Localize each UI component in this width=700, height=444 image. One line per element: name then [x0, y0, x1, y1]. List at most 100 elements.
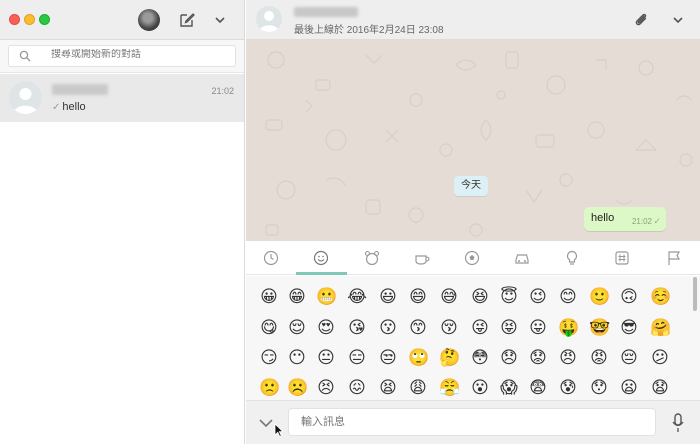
emoji-button[interactable]: ☹️ — [287, 378, 308, 398]
travel-icon[interactable] — [514, 250, 530, 266]
emoji-button[interactable]: 😦 — [619, 378, 639, 398]
new-chat-icon[interactable] — [178, 11, 196, 29]
emoji-button[interactable]: ☺️ — [650, 287, 671, 307]
emoji-button[interactable]: 😝 — [499, 318, 519, 338]
sent-tick-icon: ✓ — [52, 102, 61, 113]
emoji-button[interactable]: 😎 — [619, 318, 639, 338]
emoji-button[interactable]: 😰 — [558, 378, 578, 398]
microphone-icon[interactable] — [672, 413, 684, 433]
contact-avatar — [9, 81, 42, 114]
contact-name-redacted — [294, 7, 358, 17]
emoji-button[interactable]: 😉 — [528, 287, 548, 307]
symbols-icon[interactable] — [614, 250, 630, 266]
flags-icon[interactable] — [666, 250, 682, 266]
emoji-button[interactable]: 😙 — [408, 318, 428, 338]
active-tab-indicator — [296, 272, 347, 275]
emoji-button[interactable]: 😬 — [316, 287, 337, 307]
chat-time: 21:02 — [211, 86, 234, 96]
emoji-button[interactable]: 🤓 — [589, 318, 610, 338]
date-divider: 今天 — [454, 176, 488, 196]
chat-list-item[interactable]: 21:02 ✓ hello — [0, 74, 244, 122]
emoji-button[interactable]: 😡 — [589, 348, 609, 368]
emoji-button[interactable]: 😂 — [347, 287, 367, 307]
emoji-button[interactable]: 😶 — [287, 348, 307, 368]
emoji-button[interactable]: 😤 — [439, 378, 460, 398]
emoji-button[interactable]: 🤗 — [650, 318, 671, 338]
emoji-button[interactable]: 😚 — [439, 318, 459, 338]
zoom-window-button[interactable] — [39, 14, 50, 25]
recent-icon[interactable] — [263, 250, 279, 266]
emoji-button[interactable]: 😄 — [408, 287, 428, 307]
emoji-button[interactable]: 🙁 — [259, 378, 280, 398]
emoji-button[interactable]: 🙄 — [408, 348, 429, 368]
emoji-button[interactable]: 😔 — [619, 348, 639, 368]
emoji-button[interactable]: 😧 — [650, 378, 670, 398]
collapse-emoji-icon[interactable] — [258, 417, 274, 429]
search-bar — [0, 40, 244, 73]
smiley-icon[interactable] — [313, 250, 329, 266]
emoji-button[interactable]: 😣 — [316, 378, 336, 398]
chat-preview-text: hello — [62, 101, 86, 113]
contact-avatar[interactable] — [256, 6, 282, 32]
emoji-button[interactable]: 😟 — [528, 348, 548, 368]
objects-icon[interactable] — [564, 250, 580, 266]
mouse-pointer-icon — [274, 423, 284, 437]
emoji-button[interactable]: 😌 — [287, 318, 307, 338]
emoji-button[interactable]: 😏 — [259, 348, 279, 368]
emoji-button[interactable]: 😯 — [589, 378, 609, 398]
emoji-button[interactable]: 😨 — [528, 378, 548, 398]
emoji-button[interactable]: 😐 — [316, 348, 336, 368]
emoji-button[interactable]: 😗 — [378, 318, 398, 338]
profile-avatar[interactable] — [138, 9, 160, 31]
chevron-down-icon[interactable] — [671, 13, 685, 27]
left-header — [0, 0, 244, 40]
emoji-button[interactable]: 🙃 — [619, 287, 639, 307]
contact-name-redacted — [52, 84, 108, 95]
emoji-button[interactable]: 😒 — [378, 348, 398, 368]
emoji-button[interactable]: 😞 — [499, 348, 519, 368]
message-text: hello — [591, 212, 615, 224]
last-seen-status: 最後上線於 2016年2月24日 23:08 — [294, 25, 444, 36]
emoji-button[interactable]: 😳 — [470, 348, 490, 368]
emoji-button[interactable]: 🤔 — [439, 348, 460, 368]
emoji-button[interactable]: 😛 — [528, 318, 548, 338]
emoji-button[interactable]: 😋 — [259, 318, 279, 338]
search-input[interactable] — [51, 49, 231, 60]
emoji-button[interactable]: 🙂 — [589, 287, 610, 307]
emoji-button[interactable]: 😜 — [470, 318, 490, 338]
message-time: 21:02 — [631, 217, 652, 226]
emoji-button[interactable]: 😇 — [499, 287, 519, 307]
chevron-down-icon[interactable] — [213, 13, 227, 27]
emoji-grid: 😀 😁 😬 😂 😃 😄 😅 😆 😇 😉 😊 🙂 🙃 ☺️ 😋 😌 😍 😘 😗 😙 😚 😜 😝 😛 🤑 🤓 😎 🤗 😏 😶 😐 😑 😒 🙄 🤔 😳 😞 😟 😠… — [246, 276, 700, 400]
sports-icon[interactable] — [464, 250, 480, 266]
emoji-button[interactable]: 😠 — [558, 348, 578, 368]
emoji-button[interactable]: 😘 — [347, 318, 367, 338]
emoji-button[interactable]: 😮 — [470, 378, 490, 398]
emoji-button[interactable]: 😩 — [408, 378, 428, 398]
sent-tick-icon: ✓ — [653, 216, 661, 226]
emoji-button[interactable]: 😫 — [378, 378, 398, 398]
outgoing-message-bubble[interactable]: hello 21:02 ✓ — [584, 207, 666, 231]
emoji-button[interactable]: 😍 — [316, 318, 336, 338]
emoji-button[interactable]: 😁 — [287, 287, 307, 307]
emoji-button[interactable]: 😀 — [259, 287, 279, 307]
emoji-button[interactable]: 🤑 — [558, 318, 579, 338]
message-input[interactable] — [288, 408, 656, 436]
emoji-button[interactable]: 😱 — [499, 378, 519, 398]
scrollbar[interactable] — [693, 277, 697, 311]
conversation-header: 最後上線於 2016年2月24日 23:08 — [246, 0, 700, 40]
minimize-window-button[interactable] — [24, 14, 35, 25]
emoji-button[interactable]: 😅 — [439, 287, 459, 307]
search-box[interactable] — [8, 45, 236, 67]
emoji-button[interactable]: 😕 — [650, 348, 670, 368]
emoji-button[interactable]: 😆 — [470, 287, 490, 307]
emoji-button[interactable]: 😖 — [347, 378, 367, 398]
animal-icon[interactable] — [364, 250, 380, 266]
emoji-button[interactable]: 😑 — [347, 348, 367, 368]
close-window-button[interactable] — [9, 14, 20, 25]
message-area: 今天 hello 21:02 ✓ — [246, 40, 700, 241]
food-icon[interactable] — [414, 250, 430, 266]
paperclip-icon[interactable] — [632, 11, 650, 29]
emoji-button[interactable]: 😃 — [378, 287, 398, 307]
emoji-button[interactable]: 😊 — [558, 287, 578, 307]
